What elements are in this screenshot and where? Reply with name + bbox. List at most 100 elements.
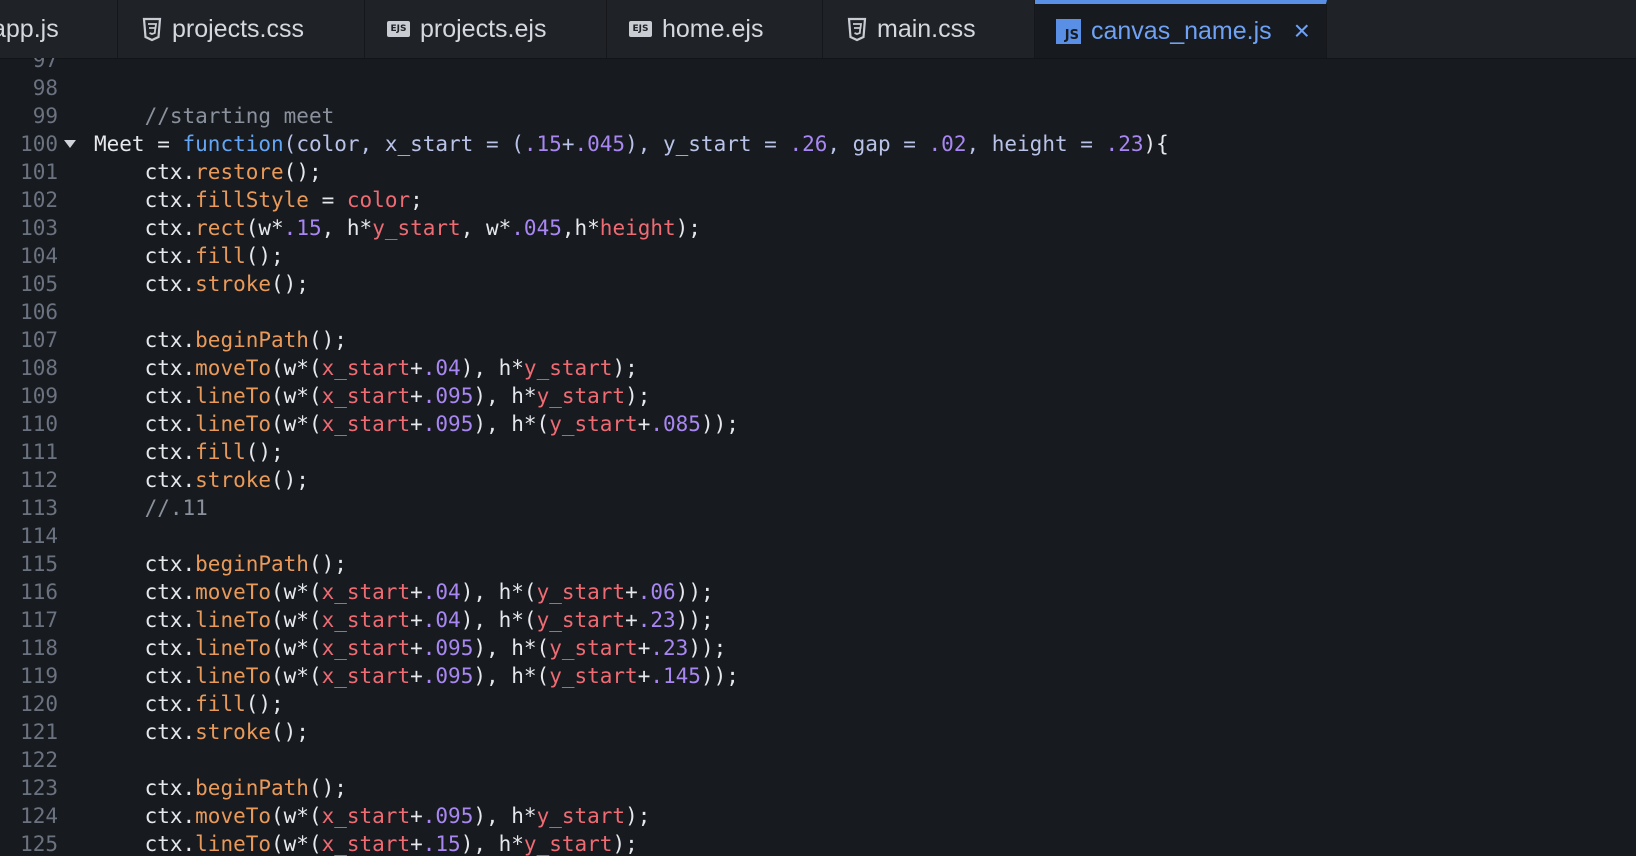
code-line[interactable]: 106 — [0, 298, 1636, 326]
line-number: 111 — [20, 440, 58, 464]
code-token: = — [308, 188, 347, 212]
code-token: x_start — [321, 580, 411, 604]
code-line[interactable]: 111 ctx.fill(); — [0, 438, 1636, 466]
code-token: ), h*( — [473, 412, 550, 436]
code-token: .04 — [422, 580, 461, 604]
line-number: 120 — [20, 692, 58, 716]
code-token: )); — [700, 412, 739, 436]
code-line[interactable]: 116 ctx.moveTo(w*(x_start+.04), h*(y_sta… — [0, 578, 1636, 606]
code-token: (color, x_start = ( — [283, 132, 524, 156]
code-line[interactable]: 97 — [0, 58, 1636, 74]
code-text: //starting meet — [94, 102, 335, 130]
code-line[interactable]: 124 ctx.moveTo(w*(x_start+.095), h*y_sta… — [0, 802, 1636, 830]
code-token: y_start — [536, 580, 626, 604]
code-token: ctx. — [94, 188, 196, 212]
tab-main-css[interactable]: main.css — [823, 0, 1035, 58]
code-line[interactable]: 120 ctx.fill(); — [0, 690, 1636, 718]
code-line[interactable]: 100 Meet = function(color, x_start = (.15… — [0, 130, 1636, 158]
code-text: ctx.fillStyle = color; — [94, 186, 423, 214]
code-token: ctx. — [94, 384, 196, 408]
code-token: (w*( — [271, 412, 322, 436]
code-token: stroke — [195, 468, 272, 492]
code-token: + — [637, 636, 651, 660]
code-line[interactable]: 103 ctx.rect(w*.15, h*y_start, w*.045,h*… — [0, 214, 1636, 242]
code-line[interactable]: 104 ctx.fill(); — [0, 242, 1636, 270]
code-line[interactable]: 110 ctx.lineTo(w*(x_start+.095), h*(y_st… — [0, 410, 1636, 438]
line-number: 119 — [20, 664, 58, 688]
code-line[interactable]: 98 — [0, 74, 1636, 102]
code-token: (w*( — [271, 664, 322, 688]
code-token: lineTo — [195, 608, 272, 632]
code-token: + — [410, 664, 423, 688]
code-line[interactable]: 113 //.11 — [0, 494, 1636, 522]
code-line[interactable]: 114 — [0, 522, 1636, 550]
code-token: stroke — [195, 720, 272, 744]
tab-projects-css[interactable]: projects.css — [118, 0, 365, 58]
code-token: (); — [245, 440, 284, 464]
code-line[interactable]: 99 //starting meet — [0, 102, 1636, 130]
code-line[interactable]: 123 ctx.beginPath(); — [0, 774, 1636, 802]
code-line[interactable]: 125 ctx.lineTo(w*(x_start+.15), h*y_star… — [0, 830, 1636, 856]
ejs-icon: EJS — [629, 21, 652, 37]
code-token: ctx. — [94, 608, 196, 632]
code-token: (w*( — [271, 608, 322, 632]
code-token: ){ — [1143, 132, 1169, 156]
code-token: .095 — [422, 384, 474, 408]
tab-projects-ejs[interactable]: EJS projects.ejs — [365, 0, 607, 58]
code-editor[interactable]: 97 98 99 //starting meet 100 Meet = function… — [0, 58, 1636, 856]
code-line[interactable]: 101 ctx.restore(); — [0, 158, 1636, 186]
code-token: (w*( — [271, 636, 322, 660]
code-token: ctx. — [94, 272, 196, 296]
code-line[interactable]: 109 ctx.lineTo(w*(x_start+.095), h*y_sta… — [0, 382, 1636, 410]
code-line[interactable]: 107 ctx.beginPath(); — [0, 326, 1636, 354]
fold-arrow-icon[interactable] — [64, 140, 76, 148]
code-text: ctx.lineTo(w*(x_start+.095), h*(y_start+… — [94, 662, 739, 690]
code-token: (w*( — [271, 384, 322, 408]
code-token: lineTo — [195, 832, 272, 856]
code-text: ctx.beginPath(); — [94, 550, 347, 578]
code-text: ctx.beginPath(); — [94, 326, 347, 354]
code-token: + — [625, 608, 638, 632]
code-token: .15 — [422, 832, 461, 856]
code-line[interactable]: 105 ctx.stroke(); — [0, 270, 1636, 298]
line-number: 104 — [20, 244, 58, 268]
code-text: ctx.fill(); — [94, 690, 284, 718]
code-token: height — [599, 216, 676, 240]
code-line[interactable]: 115 ctx.beginPath(); — [0, 550, 1636, 578]
code-token: ctx. — [94, 244, 196, 268]
code-token: , height = — [966, 132, 1106, 156]
tab-canvas-name-js[interactable]: JS canvas_name.js × — [1035, 0, 1327, 58]
close-icon[interactable]: × — [1294, 17, 1310, 45]
line-number: 112 — [20, 468, 58, 492]
code-line[interactable]: 122 — [0, 746, 1636, 774]
line-number: 113 — [20, 496, 58, 520]
code-token: ctx. — [94, 720, 196, 744]
code-token: )); — [700, 664, 739, 688]
code-line[interactable]: 102 ctx.fillStyle = color; — [0, 186, 1636, 214]
code-token: .15 — [523, 132, 562, 156]
code-line[interactable]: 117 ctx.lineTo(w*(x_start+.04), h*(y_sta… — [0, 606, 1636, 634]
code-token: .045 — [574, 132, 626, 156]
code-line[interactable]: 112 ctx.stroke(); — [0, 466, 1636, 494]
line-number: 103 — [20, 216, 58, 240]
code-token: lineTo — [195, 384, 272, 408]
code-token: )); — [675, 580, 714, 604]
code-token: ctx. — [94, 664, 196, 688]
code-token: ctx. — [94, 552, 196, 576]
code-line[interactable]: 119 ctx.lineTo(w*(x_start+.095), h*(y_st… — [0, 662, 1636, 690]
code-token: (); — [308, 776, 347, 800]
code-line[interactable]: 118 ctx.lineTo(w*(x_start+.095), h*(y_st… — [0, 634, 1636, 662]
code-line[interactable]: 121 ctx.stroke(); — [0, 718, 1636, 746]
code-token: + — [410, 412, 423, 436]
code-token: fillStyle — [195, 188, 309, 212]
code-text: ctx.stroke(); — [94, 466, 309, 494]
code-token: .04 — [422, 608, 461, 632]
code-line[interactable]: 108 ctx.moveTo(w*(x_start+.04), h*y_star… — [0, 354, 1636, 382]
tab-home-ejs[interactable]: EJS home.ejs — [607, 0, 823, 58]
tab-app-js[interactable]: app.js — [0, 0, 118, 58]
code-token: ctx. — [94, 412, 196, 436]
code-token: ); — [625, 384, 651, 408]
code-token: + — [637, 412, 651, 436]
code-token: ); — [612, 832, 638, 856]
code-token: .26 — [789, 132, 828, 156]
